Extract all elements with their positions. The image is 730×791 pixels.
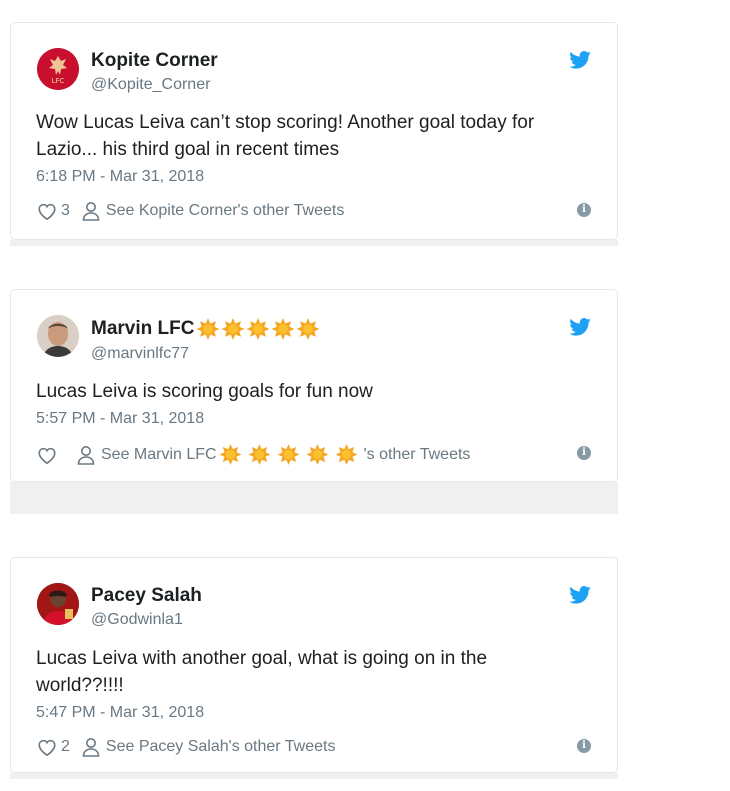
card-shadow <box>10 482 618 514</box>
star-emoji-group <box>196 317 321 341</box>
handle[interactable]: @Godwinla1 <box>91 609 202 631</box>
tweet-embeds-page: LFC Kopite Corner @Kopite_Corner Wow Luc… <box>0 0 730 791</box>
other-tweets-link[interactable]: See Kopite Corner's other Tweets <box>82 201 344 221</box>
tweet-embed-2: Marvin LFC @marvinlfc77 Lucas Leiva is s… <box>10 289 618 482</box>
person-icon <box>82 202 100 221</box>
star-emoji-group <box>219 443 364 466</box>
tweet-embed-3: Pacey Salah @Godwinla1 Lucas Leiva with … <box>10 557 618 779</box>
like-button[interactable]: 2 <box>36 737 70 757</box>
other-tweets-label: See Pacey Salah's other Tweets <box>105 738 336 755</box>
author-names: Marvin LFC @marvinlfc77 <box>91 317 321 365</box>
person-photo-icon <box>37 315 79 357</box>
star-emoji-icon <box>246 318 270 340</box>
like-button[interactable]: 3 <box>36 201 70 221</box>
person-icon <box>82 738 100 757</box>
display-name: Marvin LFC <box>91 318 195 339</box>
tweet-card: Pacey Salah @Godwinla1 Lucas Leiva with … <box>10 557 618 773</box>
star-emoji-icon <box>335 443 358 466</box>
tweet-text: Lucas Leiva with another goal, what is g… <box>36 648 488 696</box>
star-emoji-icon <box>271 318 295 340</box>
person-icon <box>77 445 95 465</box>
timestamp-link[interactable]: 5:47 PM - Mar 31, 2018 <box>36 704 204 722</box>
tweet-actions: See Marvin LFC 's other Tweets <box>36 443 470 466</box>
twitter-bird-icon[interactable] <box>569 51 591 69</box>
heart-icon <box>38 447 56 464</box>
like-button[interactable] <box>36 445 61 465</box>
other-tweets-label: See Kopite Corner's other Tweets <box>105 202 345 219</box>
star-emoji-icon <box>219 443 242 466</box>
avatar[interactable] <box>37 583 79 625</box>
handle[interactable]: @Kopite_Corner <box>91 74 218 96</box>
info-icon[interactable]: i <box>577 203 591 217</box>
tweet-card: LFC Kopite Corner @Kopite_Corner Wow Luc… <box>10 22 618 240</box>
lfc-crest-icon: LFC <box>37 48 79 90</box>
handle[interactable]: @marvinlfc77 <box>91 343 321 365</box>
info-icon[interactable]: i <box>577 739 591 753</box>
avatar-label: LFC <box>52 77 65 85</box>
tweet-embed-1: LFC Kopite Corner @Kopite_Corner Wow Luc… <box>10 22 618 246</box>
star-emoji-icon <box>306 443 329 466</box>
avatar[interactable]: LFC <box>37 48 79 90</box>
heart-icon <box>38 203 56 221</box>
author-names: Pacey Salah @Godwinla1 <box>91 585 202 631</box>
other-tweets-prefix: See Marvin LFC <box>101 445 217 463</box>
display-name[interactable]: Pacey Salah <box>91 585 202 607</box>
heart-icon <box>38 739 56 757</box>
other-tweets-link[interactable]: See Marvin LFC 's other Tweets <box>77 443 470 466</box>
tweet-actions: 3 See Kopite Corner's other Tweets <box>36 201 344 221</box>
star-emoji-icon <box>196 318 220 340</box>
twitter-bird-icon[interactable] <box>569 318 591 336</box>
avatar[interactable] <box>37 315 79 357</box>
star-emoji-icon <box>296 318 320 340</box>
tweet-actions: 2 See Pacey Salah's other Tweets <box>36 737 335 757</box>
tweet-text: Wow Lucas Leiva can’t stop scoring! Anot… <box>36 112 535 160</box>
like-count: 3 <box>61 202 70 219</box>
like-count: 2 <box>61 738 70 755</box>
star-emoji-icon <box>221 318 245 340</box>
tweet-card: Marvin LFC @marvinlfc77 Lucas Leiva is s… <box>10 289 618 482</box>
other-tweets-link[interactable]: See Pacey Salah's other Tweets <box>82 737 336 757</box>
player-photo-icon <box>37 583 79 625</box>
author-names: Kopite Corner @Kopite_Corner <box>91 50 218 96</box>
twitter-bird-icon[interactable] <box>569 586 591 604</box>
card-shadow <box>10 773 618 779</box>
timestamp-link[interactable]: 5:57 PM - Mar 31, 2018 <box>36 410 204 428</box>
info-icon[interactable]: i <box>577 446 591 460</box>
display-name-row[interactable]: Marvin LFC <box>91 317 321 341</box>
tweet-text: Lucas Leiva is scoring goals for fun now <box>36 381 373 402</box>
display-name[interactable]: Kopite Corner <box>91 50 218 72</box>
card-shadow <box>10 240 618 246</box>
other-tweets-suffix: 's other Tweets <box>363 445 471 463</box>
star-emoji-icon <box>248 443 271 466</box>
star-emoji-icon <box>277 443 300 466</box>
timestamp-link[interactable]: 6:18 PM - Mar 31, 2018 <box>36 168 204 186</box>
